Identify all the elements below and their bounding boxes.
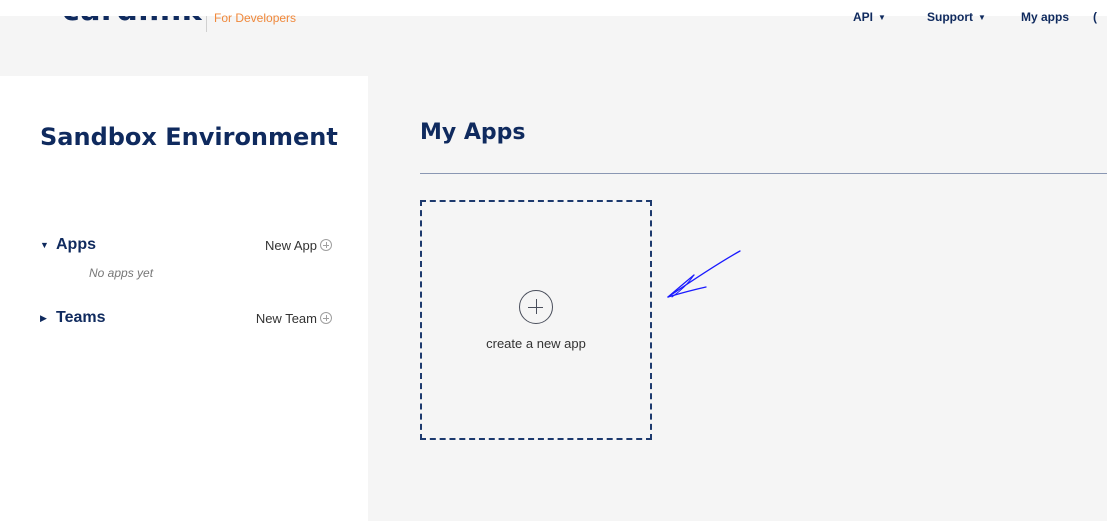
plus-circle-icon [519, 290, 553, 324]
sidebar: Sandbox Environment ▼ Apps New App No ap… [0, 76, 368, 521]
caret-down-icon: ▼ [878, 12, 886, 22]
new-app-label: New App [264, 237, 317, 253]
title-divider [420, 173, 1107, 174]
caret-down-icon: ▼ [40, 240, 49, 250]
nav-support[interactable]: Support ▼ [927, 10, 986, 24]
nav-api-label: API [853, 10, 874, 24]
caret-right-icon: ▶ [40, 312, 47, 323]
nav-api[interactable]: API ▼ [853, 10, 886, 24]
apps-toggle[interactable]: ▼ Apps [40, 236, 96, 254]
sidebar-section-apps: ▼ Apps New App [40, 236, 332, 254]
page: cardlink For Developers API ▼ Support ▼ … [0, 0, 1107, 521]
plus-circle-icon [320, 239, 332, 251]
create-app-label: create a new app [486, 336, 586, 351]
page-title: My Apps [420, 120, 526, 145]
plus-circle-icon [320, 312, 332, 324]
logo-divider [206, 16, 207, 32]
new-app-button[interactable]: New App [265, 238, 332, 253]
nav-my-apps[interactable]: My apps [1021, 10, 1069, 24]
new-team-label: New Team [255, 310, 317, 326]
apps-label: Apps [56, 236, 96, 253]
teams-toggle[interactable]: ▶ Teams [40, 309, 106, 327]
hand-drawn-arrow-icon [667, 250, 741, 298]
nav-support-label: Support [927, 10, 973, 24]
sidebar-section-teams: ▶ Teams New Team [40, 309, 332, 327]
sidebar-title: Sandbox Environment [40, 123, 338, 151]
new-team-button[interactable]: New Team [256, 311, 332, 326]
caret-down-icon: ▼ [978, 12, 986, 22]
create-app-card[interactable]: create a new app [420, 200, 652, 440]
apps-empty-message: No apps yet [89, 266, 154, 280]
nav-my-apps-label: My apps [1021, 10, 1070, 24]
teams-label: Teams [56, 309, 106, 326]
nav-item-cutoff[interactable]: ( [1093, 10, 1097, 24]
logo-tagline: For Developers [214, 11, 297, 25]
